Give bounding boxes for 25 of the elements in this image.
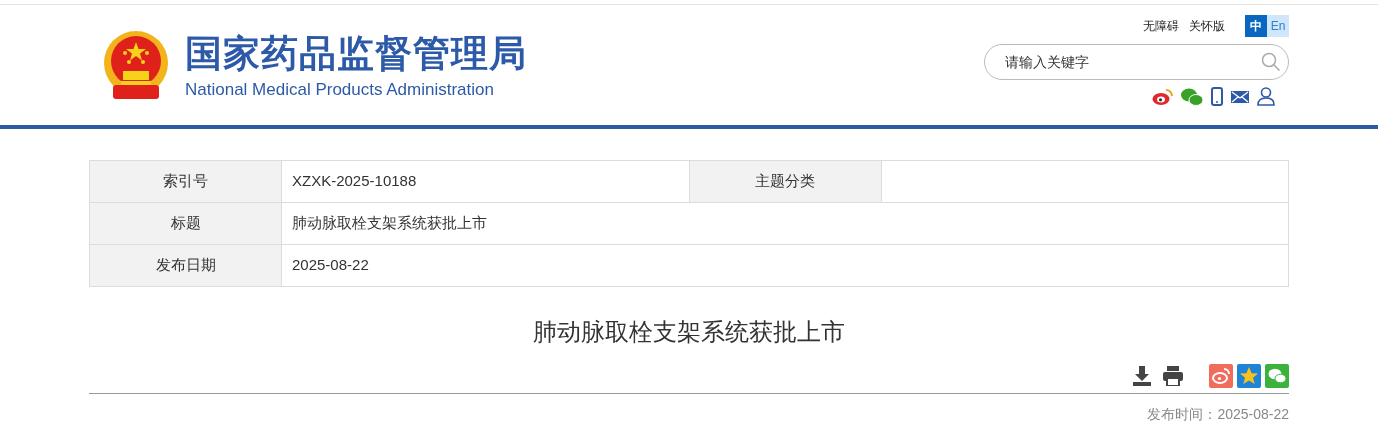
print-icon[interactable] bbox=[1163, 366, 1183, 386]
weibo-icon[interactable] bbox=[1152, 87, 1173, 106]
article-title: 肺动脉取栓支架系统获批上市 bbox=[532, 317, 846, 347]
field-value: XZXK-2025-10188 bbox=[282, 161, 690, 203]
site-subtitle: National Medical Products Administration bbox=[185, 79, 495, 101]
field-label: 标题 bbox=[90, 203, 282, 245]
field-value: 2025-08-22 bbox=[282, 245, 1289, 287]
download-icon[interactable] bbox=[1133, 366, 1151, 386]
mail-icon[interactable] bbox=[1231, 89, 1249, 104]
weibo-share-icon[interactable] bbox=[1209, 364, 1233, 388]
field-value: 肺动脉取栓支架系统获批上市 bbox=[282, 203, 1289, 245]
header-link[interactable]: 关怀版 bbox=[1189, 17, 1225, 35]
phone-icon[interactable] bbox=[1211, 87, 1223, 106]
wechat-share-icon[interactable] bbox=[1265, 364, 1289, 388]
language-tab[interactable]: 中 bbox=[1245, 15, 1267, 37]
user-icon[interactable] bbox=[1257, 87, 1275, 106]
publish-time: 发布时间：2025-08-22 bbox=[1147, 405, 1289, 424]
star-share-icon[interactable] bbox=[1237, 364, 1261, 388]
field-label: 主题分类 bbox=[689, 161, 882, 203]
field-label: 发布日期 bbox=[90, 245, 282, 287]
site-title: 国家药品监督管理局 bbox=[185, 32, 527, 76]
header-link[interactable]: 无障碍 bbox=[1143, 17, 1179, 35]
field-label: 索引号 bbox=[90, 161, 282, 203]
search-field[interactable]: 请输入关键字 bbox=[984, 44, 1289, 80]
wechat-icon[interactable] bbox=[1181, 87, 1203, 106]
